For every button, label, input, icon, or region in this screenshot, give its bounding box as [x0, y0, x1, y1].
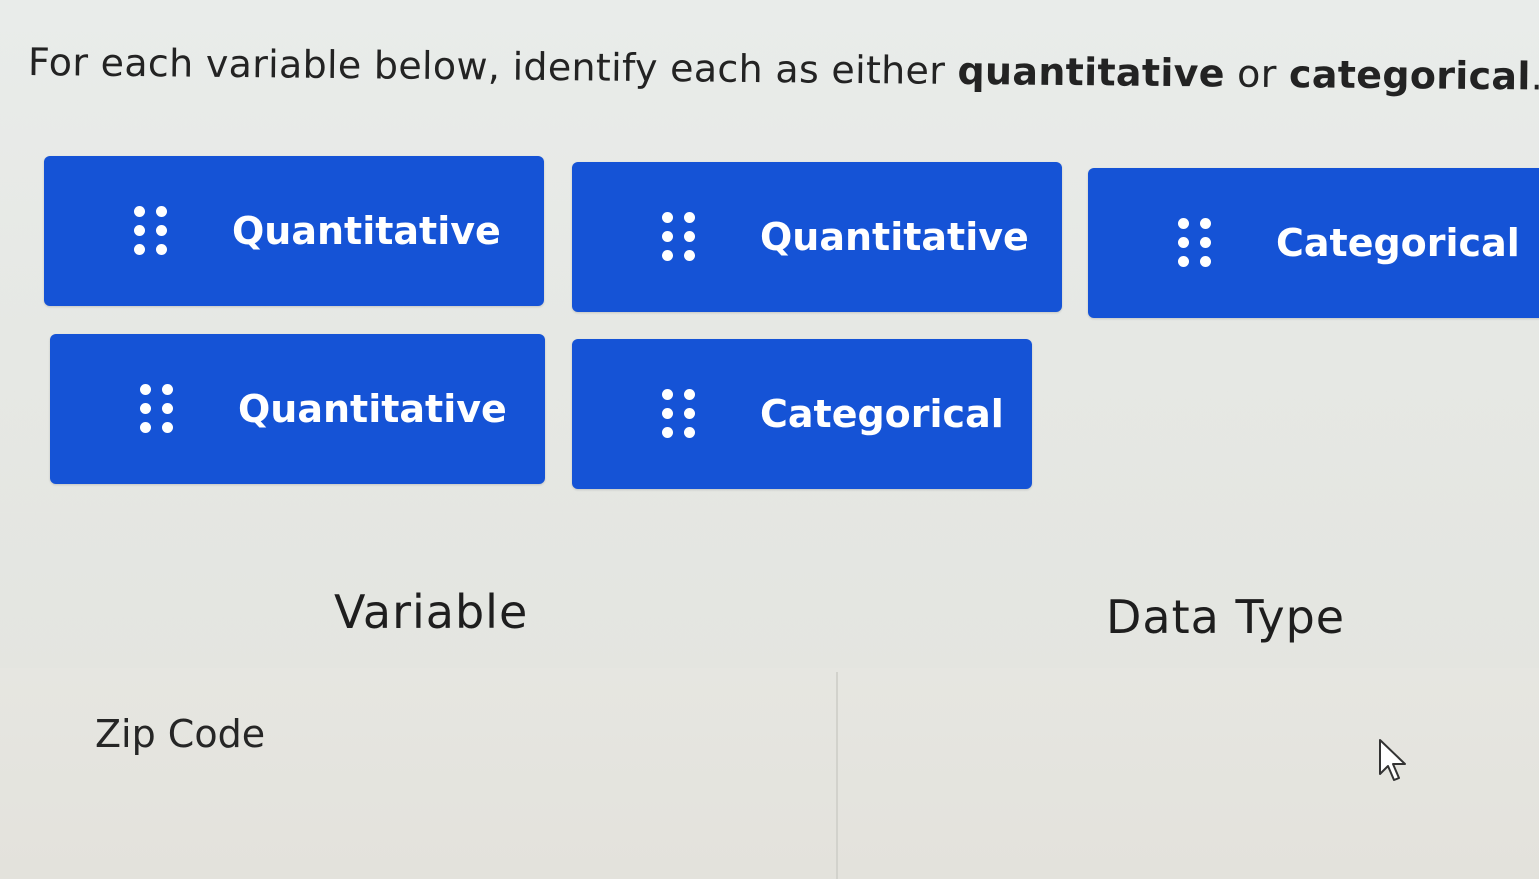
answer-chip[interactable]: Quantitative — [50, 334, 545, 484]
prompt-end: . — [1530, 54, 1539, 99]
mouse-cursor-icon — [1379, 739, 1406, 781]
answer-chip-label: Quantitative — [232, 209, 501, 253]
answer-chip-label: Categorical — [760, 392, 1004, 436]
answer-chip[interactable]: Quantitative — [572, 162, 1062, 312]
drag-handle-icon[interactable] — [662, 212, 698, 262]
answer-chip-label: Categorical — [1276, 221, 1520, 265]
answer-chip-label: Quantitative — [238, 387, 507, 431]
drag-handle-icon[interactable] — [662, 389, 698, 439]
question-prompt: For each variable below, identify each a… — [27, 40, 1539, 99]
variable-cell-zip-code: Zip Code — [95, 712, 266, 756]
answer-chip[interactable]: Quantitative — [44, 156, 544, 306]
drag-handle-icon[interactable] — [1178, 218, 1214, 268]
drag-handle-icon[interactable] — [134, 206, 170, 256]
prompt-middle: or — [1224, 51, 1290, 97]
answer-chip[interactable]: Categorical — [572, 339, 1032, 489]
drag-handle-icon[interactable] — [140, 384, 176, 434]
column-header-data-type: Data Type — [1106, 590, 1346, 644]
column-divider — [836, 672, 838, 879]
answer-chip-label: Quantitative — [760, 215, 1029, 259]
prompt-lead: For each variable below, identify each a… — [27, 40, 958, 93]
column-header-variable: Variable — [334, 585, 529, 639]
data-type-drop-zone[interactable] — [860, 690, 1520, 840]
prompt-term-categorical: categorical — [1288, 52, 1531, 99]
prompt-term-quantitative: quantitative — [957, 48, 1225, 96]
answer-chip[interactable]: Categorical — [1088, 168, 1539, 318]
